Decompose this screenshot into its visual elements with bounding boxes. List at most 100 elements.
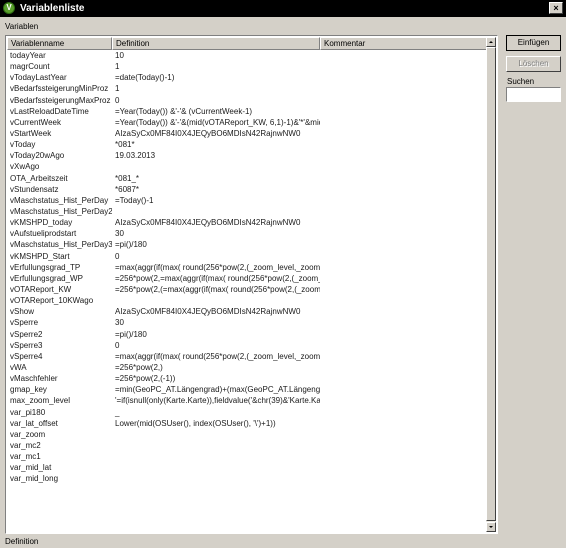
table-row[interactable]: vMaschfehler =256*pow(2,(-1)) (7, 373, 489, 384)
arrow-down-icon (489, 526, 493, 528)
scroll-down-button[interactable] (486, 522, 496, 532)
table-row[interactable]: magrCount 1 (7, 61, 489, 72)
definition-cell: =256*pow(2,=max(aggr(if(max( round(256*p… (115, 273, 320, 283)
comment-cell (320, 61, 489, 72)
definition-cell: =Year(Today()) &'-'& (vCurrentWeek-1) (115, 106, 253, 116)
search-input[interactable] (506, 87, 561, 102)
variables-list[interactable]: Variablenname Definition Kommentar today… (5, 35, 498, 534)
variable-name-cell: vErfullungsgrad_TP (10, 262, 81, 272)
definition-cell: =256*pow(2,(=max(aggr(if(max( round(256*… (115, 284, 320, 294)
comment-cell (320, 284, 489, 295)
comment-cell (320, 306, 489, 317)
comment-cell (320, 340, 489, 351)
table-row[interactable]: vWA =256*pow(2,) (7, 362, 489, 373)
table-row[interactable]: vOTAReport_KW =256*pow(2,(=max(aggr(if(ma… (7, 284, 489, 295)
table-row[interactable]: var_mid_long (7, 473, 489, 484)
definition-cell: *081_* (115, 173, 140, 183)
table-row[interactable]: vKMSHPD_Start 0 (7, 251, 489, 262)
table-row[interactable]: vBedarfssteigerungMaxProz 0 (7, 95, 489, 106)
variable-name-cell: vMaschstatus_Hist_PerDay (10, 195, 109, 205)
column-header-comment[interactable]: Kommentar (320, 37, 489, 50)
window-title: Variablenliste (20, 3, 85, 14)
table-row[interactable]: vSperre4 =max(aggr(if(max( round(256*pow(… (7, 351, 489, 362)
definition-cell: =256*pow(2,) (115, 362, 163, 372)
comment-cell (320, 139, 489, 150)
table-row[interactable]: gmap_key =min(GeoPC_AT.Längengrad)+(max(G… (7, 384, 489, 395)
table-row[interactable]: vStundensatz *6087* (7, 184, 489, 195)
search-label: Suchen (507, 77, 535, 86)
table-row[interactable]: vErfullungsgrad_TP =max(aggr(if(max( roun… (7, 262, 489, 273)
table-row[interactable]: todayYear 10 (7, 50, 489, 61)
table-row[interactable]: vBedarfssteigerungMinProz 1 (7, 83, 489, 94)
table-row[interactable]: vStartWeek AIzaSyCx0MF84I0X4JEQyBO6MDIsN4… (7, 128, 489, 139)
variable-name-cell: vOTAReport_10KWago (10, 296, 94, 306)
variable-name-cell: vBedarfssteigerungMinProz (10, 84, 109, 94)
definition-cell: 19.03.2013 (115, 151, 156, 161)
table-row[interactable]: var_pi180 _ (7, 407, 489, 418)
delete-button[interactable]: Löschen (506, 56, 561, 72)
table-row[interactable]: vMaschstatus_Hist_PerDay3 =pi()/180 (7, 239, 489, 250)
definition-cell (112, 429, 320, 440)
table-row[interactable]: var_zoom (7, 429, 489, 440)
table-row[interactable]: var_mc2 (7, 440, 489, 451)
definition-cell: 0 (115, 95, 120, 105)
vertical-scrollbar[interactable] (486, 37, 496, 532)
table-row[interactable]: vXwAgo (7, 161, 489, 172)
comment-cell (320, 72, 489, 83)
variable-name-cell: vLastReloadDateTime (10, 106, 89, 116)
definition-cell (112, 473, 320, 484)
table-row[interactable]: var_mid_lat (7, 462, 489, 473)
table-row[interactable]: vLastReloadDateTime =Year(Today()) &'-'& … (7, 106, 489, 117)
table-row[interactable]: vAufstueliprodstart 30 (7, 228, 489, 239)
table-row[interactable]: vSperre30 (7, 317, 489, 328)
definition-cell: Lower(mid(OSUser(), index(OSUser(), '\')… (115, 418, 276, 428)
column-header-name[interactable]: Variablenname (7, 37, 112, 50)
definition-cell: AIzaSyCx0MF84I0X4JEQyBO6MDIsN42RajnwNW0 (115, 218, 301, 228)
table-row[interactable]: vToday *081* (7, 139, 489, 150)
table-row[interactable]: vSperre2 =pi()/180 (7, 329, 489, 340)
variable-name-cell: vKMSHPD_today (10, 218, 73, 228)
table-row[interactable]: vToday20wAgo 19.03.2013 (7, 150, 489, 161)
close-button[interactable]: × (549, 2, 563, 14)
table-row[interactable]: vTodayLastYear =date(Today()-1) (7, 72, 489, 83)
definition-cell: =Year(Today()) &'-'&(mid(vOTAReport_KW, … (115, 117, 320, 127)
variable-name-cell: var_mc2 (10, 440, 41, 450)
comment-cell (320, 228, 489, 239)
variable-name-cell: magrCount (10, 62, 50, 72)
comment-cell (320, 83, 489, 94)
table-row[interactable]: vErfullungsgrad_WP =256*pow(2,=max(aggr(i… (7, 273, 489, 284)
definition-cell (112, 440, 320, 451)
comment-cell (320, 317, 489, 328)
title-bar: V Variablenliste × (0, 0, 566, 17)
arrow-up-icon (489, 41, 493, 43)
variable-name-cell: gmap_key (10, 385, 47, 395)
variable-name-cell: OTA_Arbeitszeit (10, 173, 68, 183)
variable-name-cell: vSperre4 (10, 351, 43, 361)
add-button[interactable]: Einfügen (506, 35, 561, 51)
comment-cell (320, 329, 489, 340)
comment-cell (320, 384, 489, 395)
table-row[interactable]: vSperre30 (7, 340, 489, 351)
table-row[interactable]: vCurrentWeek =Year(Today()) &'-'&(mid(vOT… (7, 117, 489, 128)
table-row[interactable]: vShow AIzaSyCx0MF84I0X4JEQyBO6MDIsN42Rajn… (7, 306, 489, 317)
table-row[interactable]: vOTAReport_10KWago (7, 295, 489, 306)
definition-label: Definition (5, 537, 39, 546)
table-row[interactable]: vMaschstatus_Hist_PerDay =Today()-1 (7, 195, 489, 206)
variable-name-cell: todayYear (10, 51, 46, 60)
table-row[interactable]: var_mc1 (7, 451, 489, 462)
table-row[interactable]: max_zoom_level '=if(isnull(only(Karte.Kar… (7, 395, 489, 406)
table-row[interactable]: vMaschstatus_Hist_PerDay2 (7, 206, 489, 217)
comment-cell (320, 150, 489, 161)
comment-cell (320, 351, 489, 362)
column-header-definition[interactable]: Definition (112, 37, 320, 50)
table-row[interactable]: var_lat_offset Lower(mid(OSUser(), index(… (7, 418, 489, 429)
variable-name-cell: vSperre2 (10, 329, 43, 339)
table-row[interactable]: vKMSHPD_today AIzaSyCx0MF84I0X4JEQyBO6MDI… (7, 217, 489, 228)
comment-cell (320, 239, 489, 250)
variable-name-cell: vOTAReport_KW (10, 284, 72, 294)
variable-name-cell: vMaschfehler (10, 374, 58, 384)
scroll-thumb[interactable] (486, 47, 496, 521)
definition-cell: =date(Today()-1) (115, 73, 175, 83)
table-row[interactable]: OTA_Arbeitszeit *081_* (7, 173, 489, 184)
scroll-up-button[interactable] (486, 37, 496, 47)
